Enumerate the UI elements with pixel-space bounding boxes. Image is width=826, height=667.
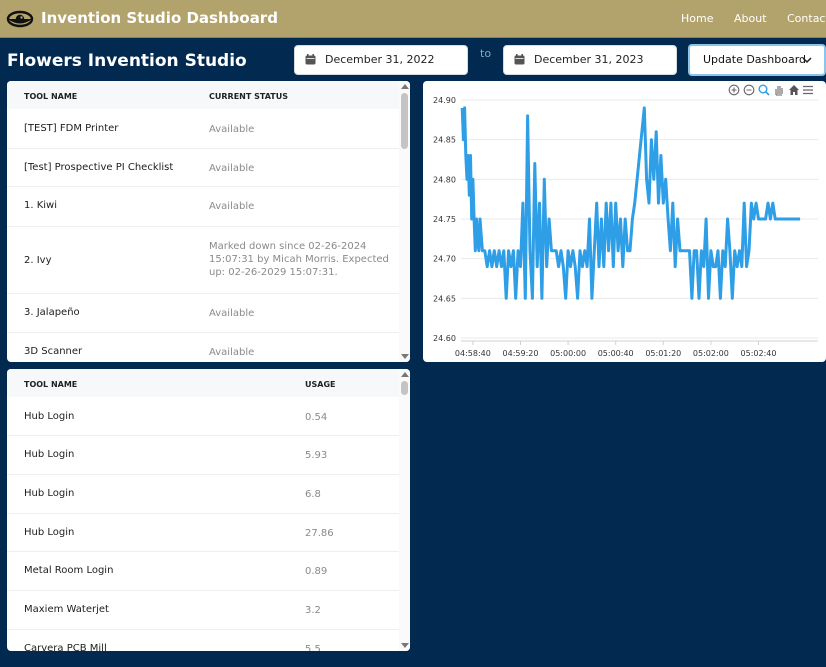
tool-name-cell: 3. Jalapeño bbox=[24, 307, 80, 318]
calendar-icon bbox=[514, 54, 525, 65]
top-navbar: Invention Studio Dashboard Home About Co… bbox=[0, 0, 826, 38]
temperature-line-chart: 24.60 24.65 24.70 24.75 24.80 24.85 24.90 04:58… bbox=[423, 81, 826, 362]
table-row[interactable]: 2. Ivy Marked down since 02-26-2024 15:0… bbox=[7, 227, 399, 294]
app-title[interactable]: Invention Studio Dashboard bbox=[41, 9, 278, 27]
start-date-picker[interactable]: December 31, 2022 bbox=[294, 45, 468, 75]
usage-cell: 5.5 bbox=[305, 644, 321, 651]
nav-link-home[interactable]: Home bbox=[681, 12, 713, 25]
table-row[interactable]: 1. Kiwi Available bbox=[7, 187, 399, 227]
x-tick-label: 05:00:40 bbox=[598, 349, 634, 358]
column-header-tool-name[interactable]: TOOL NAME bbox=[24, 380, 77, 389]
scroll-up-arrow-icon[interactable] bbox=[401, 84, 409, 89]
tool-name-cell: Hub Login bbox=[24, 411, 75, 422]
status-cell: Available bbox=[209, 201, 255, 212]
tool-name-cell: [TEST] FDM Printer bbox=[24, 123, 119, 134]
x-tick-label: 05:01:20 bbox=[645, 349, 681, 358]
column-header-current-status[interactable]: CURRENT STATUS bbox=[209, 92, 288, 101]
tool-name-cell: [Test] Prospective PI Checklist bbox=[24, 162, 174, 173]
update-dashboard-button[interactable]: Update Dashboard bbox=[688, 44, 826, 76]
y-tick-label: 24.80 bbox=[433, 175, 456, 184]
update-dashboard-label: Update Dashboard bbox=[703, 53, 807, 66]
status-cell: Available bbox=[209, 347, 255, 358]
tool-name-cell: Maxiem Waterjet bbox=[24, 604, 109, 615]
tool-name-cell: 2. Ivy bbox=[24, 255, 52, 266]
tool-name-cell: 1. Kiwi bbox=[24, 200, 58, 211]
x-tick-label: 04:59:20 bbox=[503, 349, 539, 358]
x-tick-label: 05:02:40 bbox=[741, 349, 777, 358]
table-row[interactable]: 3D Scanner Available bbox=[7, 333, 399, 362]
chevron-down-icon bbox=[802, 57, 812, 64]
tool-name-cell: Hub Login bbox=[24, 527, 75, 538]
end-date-value: December 31, 2023 bbox=[534, 53, 644, 66]
line-chart[interactable]: 24.60 24.65 24.70 24.75 24.80 24.85 24.90 04:58… bbox=[423, 81, 826, 362]
scroll-down-arrow-icon[interactable] bbox=[401, 643, 409, 648]
table-row[interactable]: Hub Login 0.54 bbox=[7, 397, 399, 436]
scroll-up-arrow-icon[interactable] bbox=[401, 372, 409, 377]
end-date-picker[interactable]: December 31, 2023 bbox=[503, 45, 677, 75]
tool-status-table: TOOL NAME CURRENT STATUS [TEST] FDM Prin… bbox=[7, 81, 410, 362]
nav-link-contact[interactable]: Contact bbox=[787, 12, 826, 25]
tool-name-cell: Carvera PCB Mill bbox=[24, 643, 107, 651]
usage-cell: 3.2 bbox=[305, 605, 321, 616]
y-tick-label: 24.60 bbox=[433, 334, 456, 343]
table-row[interactable]: Hub Login 5.93 bbox=[7, 436, 399, 475]
table-row[interactable]: Maxiem Waterjet 3.2 bbox=[7, 591, 399, 630]
eye-logo-icon[interactable] bbox=[6, 9, 34, 29]
table-row[interactable]: Carvera PCB Mill 5.5 bbox=[7, 630, 399, 651]
tool-name-cell: Metal Room Login bbox=[24, 565, 114, 576]
table-row[interactable]: Metal Room Login 0.89 bbox=[7, 552, 399, 591]
usage-cell: 6.8 bbox=[305, 489, 321, 500]
tool-name-cell: Hub Login bbox=[24, 488, 75, 499]
x-tick-label: 05:00:00 bbox=[550, 349, 586, 358]
y-tick-label: 24.75 bbox=[433, 215, 456, 224]
series-line[interactable] bbox=[460, 106, 801, 300]
tool-name-cell: 3D Scanner bbox=[24, 346, 83, 357]
y-tick-label: 24.90 bbox=[433, 96, 456, 105]
table-row[interactable]: 3. Jalapeño Available bbox=[7, 294, 399, 333]
table-header: TOOL NAME USAGE bbox=[7, 369, 399, 397]
tool-name-cell: Hub Login bbox=[24, 449, 75, 460]
scrollbar-thumb[interactable] bbox=[401, 381, 408, 395]
usage-cell: 0.89 bbox=[305, 566, 328, 577]
vertical-scrollbar[interactable] bbox=[399, 81, 410, 362]
status-cell: Available bbox=[209, 308, 255, 319]
table-row[interactable]: [TEST] FDM Printer Available bbox=[7, 109, 399, 149]
status-cell: Available bbox=[209, 124, 255, 135]
x-tick-label: 05:02:00 bbox=[693, 349, 729, 358]
scroll-down-arrow-icon[interactable] bbox=[401, 354, 409, 359]
vertical-scrollbar[interactable] bbox=[399, 369, 410, 651]
usage-cell: 27.86 bbox=[305, 528, 334, 539]
table-header: TOOL NAME CURRENT STATUS bbox=[7, 81, 399, 109]
table-row[interactable]: Hub Login 6.8 bbox=[7, 475, 399, 514]
nav-link-about[interactable]: About bbox=[734, 12, 767, 25]
usage-cell: 0.54 bbox=[305, 412, 328, 423]
date-range-separator: to bbox=[480, 47, 492, 60]
status-cell: Available bbox=[209, 163, 255, 174]
y-tick-label: 24.70 bbox=[433, 255, 456, 264]
column-header-usage[interactable]: USAGE bbox=[305, 380, 335, 389]
table-row[interactable]: Hub Login 27.86 bbox=[7, 514, 399, 552]
y-tick-label: 24.65 bbox=[433, 294, 456, 303]
column-header-tool-name[interactable]: TOOL NAME bbox=[24, 92, 77, 101]
table-row[interactable]: [Test] Prospective PI Checklist Availabl… bbox=[7, 149, 399, 187]
usage-cell: 5.93 bbox=[305, 450, 328, 461]
tool-usage-table: TOOL NAME USAGE Hub Login 0.54 Hub Login… bbox=[7, 369, 410, 651]
start-date-value: December 31, 2022 bbox=[325, 53, 435, 66]
status-cell: Marked down since 02-26-2024 15:07:31 by… bbox=[209, 241, 389, 278]
calendar-icon bbox=[305, 54, 316, 65]
x-tick-label: 04:58:40 bbox=[455, 349, 491, 358]
page-title: Flowers Invention Studio bbox=[7, 51, 247, 71]
y-tick-label: 24.85 bbox=[433, 136, 456, 145]
scrollbar-thumb[interactable] bbox=[401, 93, 408, 149]
